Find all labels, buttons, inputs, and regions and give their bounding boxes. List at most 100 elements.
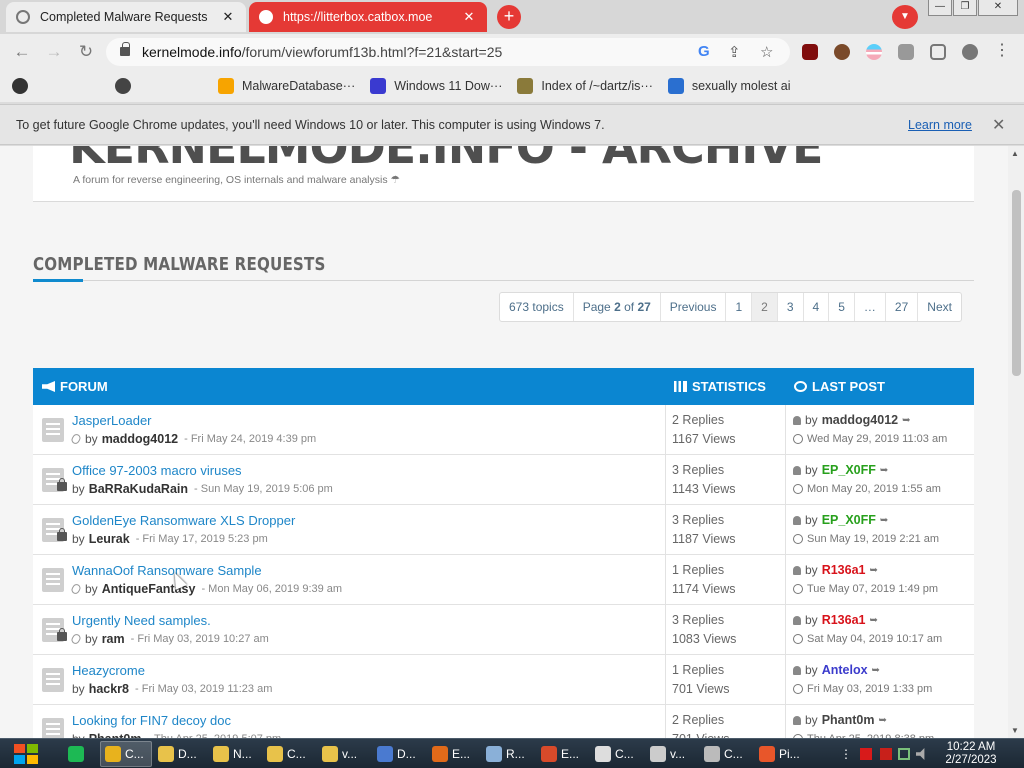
share-icon[interactable]: ⇪ (728, 43, 741, 61)
tray-overflow-icon[interactable]: ⋮ (840, 748, 852, 760)
taskbar-button[interactable]: D... (154, 741, 206, 767)
next-page-button[interactable]: Next (918, 293, 961, 321)
bookmark-item[interactable]: Windows 11 Dow··· (370, 78, 502, 94)
topic-row[interactable]: GoldenEye Ransomware XLS Dropper by Leurak… (33, 505, 974, 555)
topic-author-link[interactable]: BaRRaKudaRain (89, 482, 188, 496)
scroll-thumb[interactable] (1012, 190, 1021, 376)
forward-arrow-icon[interactable]: → (44, 43, 64, 61)
ublock-icon[interactable] (802, 44, 818, 60)
lock-icon[interactable] (120, 42, 130, 56)
close-tab-icon[interactable]: ✕ (220, 9, 236, 25)
close-tab-icon[interactable]: ✕ (461, 9, 477, 25)
last-post-user-link[interactable]: EP_X0FF (822, 513, 876, 527)
last-post-user-link[interactable]: EP_X0FF (822, 463, 876, 477)
last-post-user-link[interactable]: maddog4012 (822, 413, 898, 427)
window-close-button[interactable]: ✕ (978, 0, 1018, 16)
taskbar-button[interactable]: C... (700, 741, 752, 767)
close-icon[interactable]: ✕ (992, 115, 1005, 135)
taskbar-button[interactable]: C... (263, 741, 315, 767)
go-to-post-icon[interactable]: ➥ (878, 715, 886, 726)
address-bar[interactable]: kernelmode.info/forum/viewforumf13b.html… (106, 38, 790, 66)
extension-avatar-icon[interactable] (834, 44, 850, 60)
go-to-post-icon[interactable]: ➥ (872, 665, 880, 676)
last-post-user-link[interactable]: Phant0m (822, 713, 875, 727)
kebab-menu-icon[interactable]: ⋮ (994, 43, 1010, 60)
topic-row[interactable]: Looking for FIN7 decoy docbyPhant0m- Thu… (33, 705, 974, 738)
topic-row[interactable]: Urgently Need samples. by ram - Fri May 03,… (33, 605, 974, 655)
bookmark-item[interactable]: MalwareDatabase··· (218, 78, 355, 94)
taskbar-button[interactable]: C... (591, 741, 643, 767)
page-ellipsis[interactable]: … (855, 293, 886, 321)
bookmark-item[interactable] (115, 78, 203, 94)
site-title[interactable]: KERNELMODE.INFO - ARCHIVE (69, 146, 823, 174)
tab-search-button[interactable]: ▼ (892, 5, 918, 29)
extension-flag-icon[interactable] (866, 44, 882, 60)
topic-row[interactable]: JasperLoader by maddog4012 - Fri May 24, 20… (33, 405, 974, 455)
topic-author-link[interactable]: Leurak (89, 532, 130, 546)
topic-author-link[interactable]: hackr8 (89, 682, 129, 696)
page-link-27[interactable]: 27 (886, 293, 919, 321)
go-to-post-icon[interactable]: ➥ (869, 615, 877, 626)
page-title[interactable]: COMPLETED MALWARE REQUESTS (33, 254, 326, 275)
last-post-user-link[interactable]: R136a1 (822, 613, 866, 627)
taskbar-button[interactable]: v... (646, 741, 698, 767)
bookmark-item[interactable]: sexually molest ai (667, 78, 791, 94)
tray-app-icon[interactable] (880, 748, 892, 760)
go-to-post-icon[interactable]: ➥ (880, 465, 888, 476)
back-arrow-icon[interactable]: ← (12, 43, 32, 61)
puzzle-icon[interactable] (898, 44, 914, 60)
reload-icon[interactable]: ↻ (76, 43, 96, 61)
taskbar-button[interactable]: N... (209, 741, 261, 767)
minimize-button[interactable]: — (928, 0, 952, 16)
taskbar-button[interactable]: Pi... (755, 741, 807, 767)
restore-button[interactable]: ❐ (953, 0, 977, 16)
taskbar-button[interactable] (64, 741, 98, 767)
page-indicator[interactable]: Page 2 of 27 (574, 293, 661, 321)
topic-author-link[interactable]: ram (102, 632, 125, 646)
side-panel-icon[interactable] (930, 44, 946, 60)
last-post-user-link[interactable]: Antelox (822, 663, 868, 677)
tab-completed-malware-requests[interactable]: Completed Malware Requests ✕ (6, 2, 246, 32)
topic-row[interactable]: Heazycrome by hackr8 - Fri May 03, 2019 11:… (33, 655, 974, 705)
taskbar-button[interactable]: v... (318, 741, 370, 767)
tab-litterbox[interactable]: https://litterbox.catbox.moe ✕ (249, 2, 487, 32)
go-to-post-icon[interactable]: ➥ (902, 415, 910, 426)
bookmark-star-icon[interactable]: ☆ (760, 43, 773, 61)
topic-title-link[interactable]: WannaOof Ransomware Sample (72, 563, 262, 578)
previous-page-button[interactable]: Previous (661, 293, 727, 321)
last-post-user-link[interactable]: R136a1 (822, 563, 866, 577)
new-tab-button[interactable]: + (497, 5, 521, 29)
topic-author-link[interactable]: maddog4012 (102, 432, 178, 446)
topic-title-link[interactable]: JasperLoader (72, 413, 152, 428)
system-clock[interactable]: 10:22 AM 2/27/2023 (936, 741, 1006, 767)
topic-title-link[interactable]: Looking for FIN7 decoy doc (72, 713, 231, 728)
profile-icon[interactable] (962, 44, 978, 60)
topic-row[interactable]: Office 97-2003 macro viruses by BaRRaKudaR… (33, 455, 974, 505)
topic-title-link[interactable]: GoldenEye Ransomware XLS Dropper (72, 513, 295, 528)
bookmark-item[interactable]: Index of /~dartz/is··· (517, 78, 653, 94)
taskbar-button[interactable]: C... (100, 741, 152, 767)
taskbar-button[interactable]: R... (482, 741, 534, 767)
topic-title-link[interactable]: Heazycrome (72, 663, 145, 678)
taskbar-button[interactable]: D... (373, 741, 425, 767)
taskbar-button[interactable]: E... (537, 741, 589, 767)
page-link-4[interactable]: 4 (804, 293, 830, 321)
taskbar-button[interactable]: E... (428, 741, 480, 767)
action-center-flag-icon[interactable] (860, 748, 872, 760)
go-to-post-icon[interactable]: ➥ (880, 515, 888, 526)
page-link-5[interactable]: 5 (829, 293, 855, 321)
learn-more-link[interactable]: Learn more (908, 118, 972, 132)
network-icon[interactable] (898, 748, 910, 760)
topic-title-link[interactable]: Office 97-2003 macro viruses (72, 463, 242, 478)
page-scrollbar[interactable]: ▲ ▼ (1008, 146, 1024, 738)
scroll-up-arrow-icon[interactable]: ▲ (1011, 149, 1019, 158)
topic-title-link[interactable]: Urgently Need samples. (72, 613, 211, 628)
url-text[interactable]: kernelmode.info/forum/viewforumf13b.html… (142, 44, 502, 60)
bookmark-item[interactable] (12, 78, 100, 94)
start-button[interactable] (8, 741, 46, 767)
volume-icon[interactable] (916, 748, 925, 760)
page-link-1[interactable]: 1 (726, 293, 753, 321)
page-link-3[interactable]: 3 (778, 293, 804, 321)
scroll-down-arrow-icon[interactable]: ▼ (1011, 726, 1019, 735)
go-to-post-icon[interactable]: ➥ (869, 565, 877, 576)
